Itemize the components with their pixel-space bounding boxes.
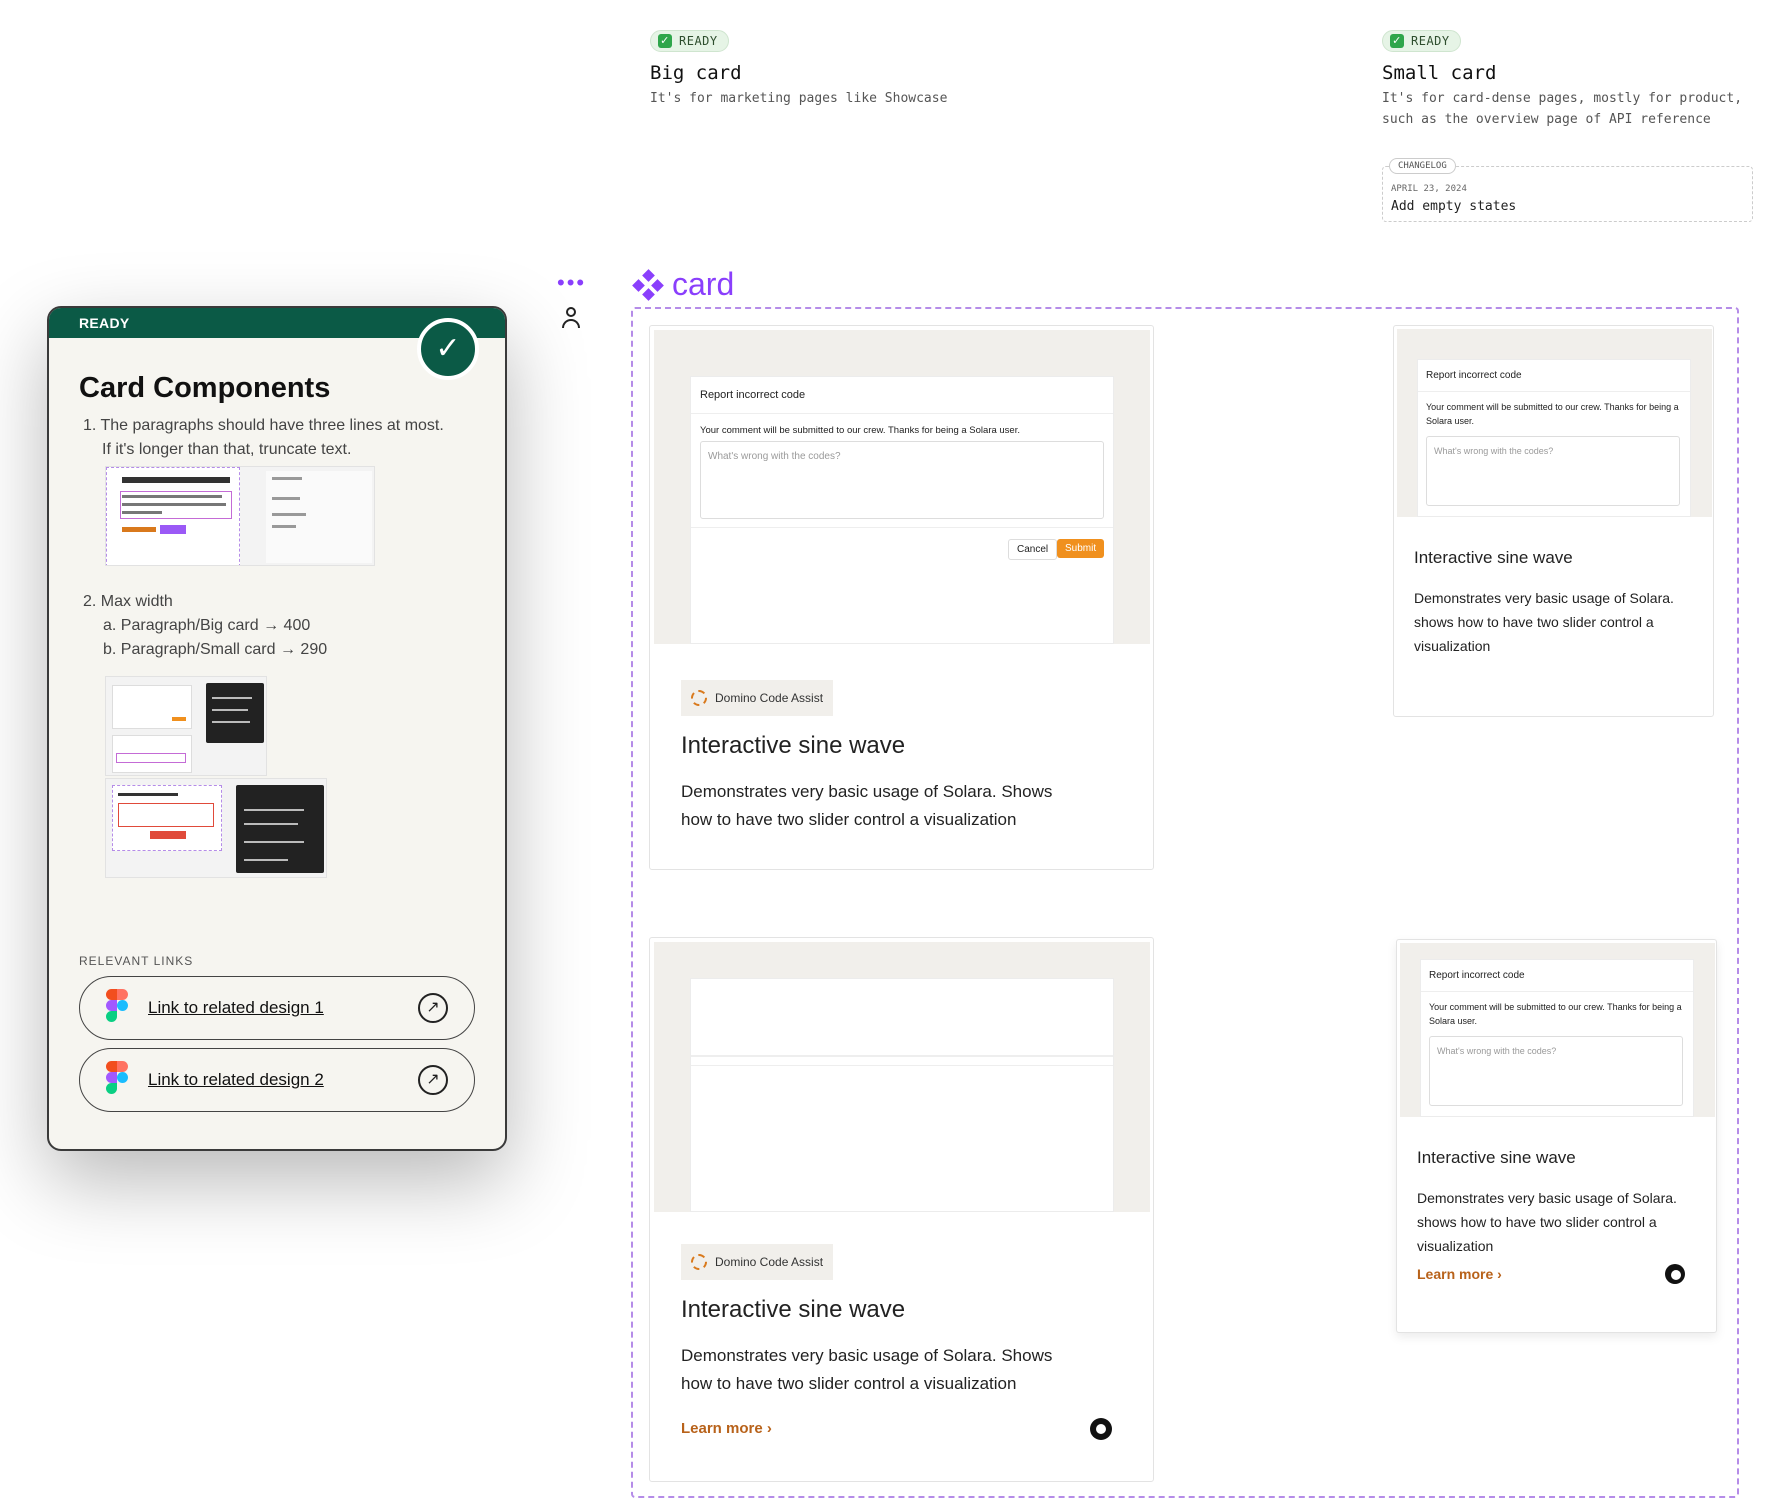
small-card-desc-2: such as the overview page of API referen… (1382, 112, 1711, 127)
chevron-right-icon: › (766, 1420, 772, 1437)
big-card-with-footer[interactable]: Domino Code Assist Interactive sine wave… (649, 937, 1154, 1482)
figma-icon (106, 1061, 128, 1099)
component-icon (632, 268, 664, 301)
learn-more-link[interactable]: Learn more › (681, 1420, 772, 1437)
related-design-link-2[interactable]: Link to related design 2 ↗ (79, 1048, 475, 1112)
card-tag: Domino Code Assist (681, 680, 834, 716)
changelog-date: APRIL 23, 2024 (1391, 184, 1467, 194)
dialog-title: Report incorrect code (1421, 960, 1693, 992)
example-thumbnail-3 (105, 778, 327, 878)
link-label[interactable]: Link to related design 2 (148, 1070, 418, 1090)
big-card-title: Big card (650, 62, 742, 84)
changelog-tag: CHANGELOG (1389, 158, 1456, 174)
comment-textarea[interactable]: What's wrong with the codes? (1429, 1036, 1683, 1106)
small-card-title: Small card (1382, 62, 1497, 84)
user-icon[interactable] (561, 307, 581, 329)
comment-textarea[interactable]: What's wrong with the codes? (700, 441, 1104, 519)
card-description: Demonstrates very basic usage of Solara.… (1414, 590, 1674, 654)
rule-2: 2. Max width a. Paragraph/Big card → 400… (83, 593, 328, 658)
external-arrow-icon: ↗ (418, 1065, 448, 1095)
dialog-title: Report incorrect code (1418, 360, 1690, 392)
card-preview: Report incorrect code Your comment will … (654, 330, 1150, 644)
empty-dialog-preview (690, 978, 1114, 1212)
related-design-link-1[interactable]: Link to related design 1 ↗ (79, 976, 475, 1040)
domino-logo-icon (691, 690, 707, 706)
cancel-button[interactable]: Cancel (1008, 539, 1058, 560)
panel-title: Card Components (79, 372, 331, 404)
check-circle-icon: ✓ (417, 318, 479, 380)
card-components-panel: READY ✓ Card Components 1. The paragraph… (47, 306, 507, 1151)
dialog-text: Your comment will be submitted to our cr… (700, 425, 1020, 436)
figma-icon (106, 989, 128, 1027)
status-badge: ✓ READY (650, 30, 729, 52)
dialog-title: Report incorrect code (691, 377, 1113, 414)
report-dialog: Report incorrect code Your comment will … (1420, 959, 1694, 1117)
small-card-with-footer[interactable]: Report incorrect code Your comment will … (1396, 939, 1717, 1333)
submit-button[interactable]: Submit (1057, 539, 1105, 558)
card-preview (654, 942, 1150, 1212)
report-dialog: Report incorrect code Your comment will … (1417, 359, 1691, 517)
learn-more-link[interactable]: Learn more › (1417, 1266, 1502, 1282)
component-label: card (632, 266, 734, 303)
rule-1: 1. The paragraphs should have three line… (83, 417, 444, 458)
comment-textarea[interactable]: What's wrong with the codes? (1426, 436, 1680, 506)
small-card[interactable]: Report incorrect code Your comment will … (1393, 325, 1714, 717)
status-badge: ✓ READY (1382, 30, 1461, 52)
big-card-desc: It's for marketing pages like Showcase (650, 91, 948, 106)
report-dialog: Report incorrect code Your comment will … (690, 376, 1114, 644)
more-options-icon[interactable]: ••• (557, 272, 586, 294)
card-title: Interactive sine wave (1414, 548, 1573, 567)
small-card-header: ✓ READY Small card It's for card-dense pa… (1382, 30, 1742, 130)
card-title: Interactive sine wave (681, 732, 906, 759)
changelog: CHANGELOG APRIL 23, 2024 Add empty state… (1382, 158, 1753, 222)
relevant-links-heading: RELEVANT LINKS (79, 954, 194, 968)
small-card-desc-1: It's for card-dense pages, mostly for pr… (1382, 91, 1743, 106)
dialog-text: Your comment will be submitted to our cr… (1426, 402, 1679, 426)
card-preview: Report incorrect code Your comment will … (1400, 943, 1715, 1117)
card-title: Interactive sine wave (681, 1296, 906, 1323)
check-icon: ✓ (658, 34, 672, 48)
link-label[interactable]: Link to related design 1 (148, 998, 418, 1018)
card-description: Demonstrates very basic usage of Solara.… (681, 1346, 1053, 1393)
example-thumbnail-2 (105, 676, 267, 776)
card-preview: Report incorrect code Your comment will … (1397, 329, 1712, 517)
domino-logo-icon (691, 1254, 707, 1270)
big-card[interactable]: Report incorrect code Your comment will … (649, 325, 1154, 870)
card-tag: Domino Code Assist (681, 1244, 834, 1280)
github-icon[interactable] (1665, 1264, 1685, 1284)
card-description: Demonstrates very basic usage of Solara.… (681, 782, 1053, 829)
example-thumbnail-1 (105, 466, 375, 566)
card-description: Demonstrates very basic usage of Solara.… (1417, 1190, 1677, 1254)
changelog-entry: Add empty states (1391, 199, 1517, 214)
github-icon[interactable] (1090, 1418, 1112, 1440)
chevron-right-icon: › (1497, 1266, 1502, 1282)
big-card-header: ✓ READY Big card It's for marketing pages… (650, 30, 947, 109)
check-icon: ✓ (1390, 34, 1404, 48)
dialog-text: Your comment will be submitted to our cr… (1429, 1002, 1682, 1026)
external-arrow-icon: ↗ (418, 993, 448, 1023)
card-title: Interactive sine wave (1417, 1148, 1576, 1167)
